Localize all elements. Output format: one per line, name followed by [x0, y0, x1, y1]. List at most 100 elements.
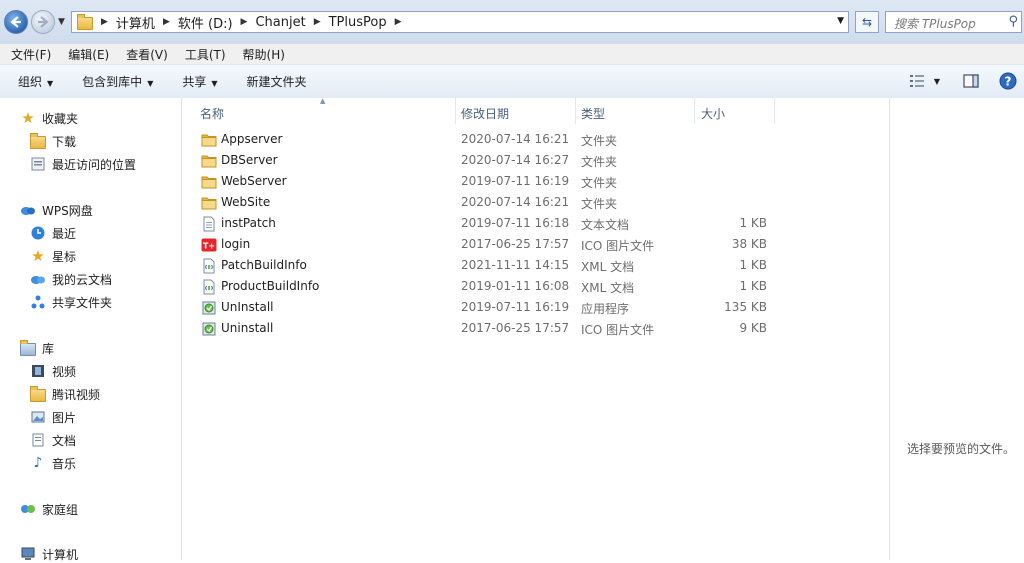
menu-edit[interactable]: 编辑(E) [57, 46, 115, 63]
nav-item-pictures[interactable]: 图片 [30, 408, 76, 426]
share-button[interactable]: 共享 ▼ [164, 73, 228, 90]
column-header-size[interactable]: 大小 [695, 98, 775, 124]
nav-item-label: 文档 [52, 433, 77, 448]
preview-pane-icon [963, 74, 979, 88]
column-header-modified[interactable]: 修改日期 [456, 98, 576, 124]
nav-libraries[interactable]: 库 [20, 339, 54, 357]
nav-wps-drive[interactable]: WPS网盘 [20, 201, 93, 219]
picture-icon [30, 409, 46, 425]
nav-favorites[interactable]: ★ 收藏夹 [20, 109, 78, 127]
view-options-button[interactable] [906, 69, 928, 93]
file-row[interactable]: DBServer 2020-07-14 16:27 文件夹 [182, 151, 889, 172]
library-icon [20, 340, 36, 356]
chevron-right-icon[interactable]: ▶ [101, 17, 108, 27]
homegroup-icon [20, 501, 36, 517]
chevron-down-icon: ▼ [147, 79, 154, 88]
chevron-right-icon[interactable]: ▶ [241, 17, 248, 27]
share-label: 共享 [182, 75, 207, 89]
search-icon[interactable]: ⚲ [1008, 14, 1018, 29]
breadcrumb-drive-d[interactable]: 软件 (D:) [178, 13, 233, 32]
chevron-right-icon[interactable]: ▶ [163, 17, 170, 27]
view-dropdown[interactable]: ▼ [930, 69, 944, 93]
nav-item-music[interactable]: ♪ 音乐 [30, 454, 76, 472]
nav-item-label: 共享文件夹 [52, 295, 113, 310]
tplus-logo-icon: T+ [201, 237, 217, 253]
nav-item-label: 最近访问的位置 [52, 157, 137, 172]
menu-view[interactable]: 查看(V) [115, 46, 174, 63]
file-type: 文件夹 [581, 197, 618, 211]
breadcrumb-tpluspop[interactable]: TPlusPop [329, 15, 387, 30]
file-row[interactable]: UnInstall 2019-07-11 16:19 应用程序 135 KB [182, 298, 889, 319]
chevron-down-icon: ▼ [47, 79, 54, 88]
nav-item-shared-folder[interactable]: 共享文件夹 [30, 293, 112, 311]
file-row[interactable]: WebServer 2019-07-11 16:19 文件夹 [182, 172, 889, 193]
preview-pane-button[interactable] [960, 69, 982, 93]
file-type: XML 文档 [581, 260, 635, 274]
chevron-right-icon[interactable]: ▶ [395, 17, 402, 27]
downloads-folder-icon [30, 133, 46, 149]
refresh-button[interactable]: ⇆ [855, 11, 879, 33]
file-row[interactable]: ProductBuildInfo 2019-01-11 16:08 XML 文档 1 … [182, 277, 889, 298]
breadcrumb-computer[interactable]: 计算机 [116, 13, 155, 32]
folder-icon [30, 386, 46, 402]
recent-pages-dropdown[interactable]: ▼ [58, 17, 65, 27]
menu-file[interactable]: 文件(F) [0, 46, 57, 63]
folder-icon [201, 132, 217, 148]
file-name: UnInstall [221, 300, 274, 314]
menu-help[interactable]: 帮助(H) [232, 46, 291, 63]
breadcrumb[interactable]: ▶ 计算机 ▶ 软件 (D:) ▶ Chanjet ▶ TPlusPop ▶ ▼ [71, 11, 849, 33]
file-modified-date: 2017-06-25 17:57 [461, 237, 570, 251]
file-row[interactable]: WebSite 2020-07-14 16:21 文件夹 [182, 193, 889, 214]
nav-item-tencent-video[interactable]: 腾讯视频 [30, 385, 100, 403]
cloud-icon [20, 202, 36, 218]
nav-item-videos[interactable]: 视频 [30, 362, 76, 380]
file-name: ProductBuildInfo [221, 279, 320, 293]
nav-homegroup[interactable]: 家庭组 [20, 500, 78, 518]
chevron-right-icon[interactable]: ▶ [314, 17, 321, 27]
search-placeholder: 搜索 TPlusPop [894, 17, 976, 31]
back-button[interactable] [4, 10, 28, 34]
nav-item-label: 下载 [52, 134, 77, 149]
file-row[interactable]: instPatch 2019-07-11 16:18 文本文档 1 KB [182, 214, 889, 235]
nav-item-recent[interactable]: 最近 [30, 224, 76, 242]
new-folder-button[interactable]: 新建文件夹 [229, 73, 318, 90]
file-row[interactable]: Uninstall 2017-06-25 17:57 ICO 图片文件 9 KB [182, 319, 889, 340]
file-type: ICO 图片文件 [581, 239, 655, 253]
nav-item-starred[interactable]: ★ 星标 [30, 247, 76, 265]
preview-message: 选择要预览的文件。 [907, 442, 1016, 456]
file-name: Appserver [221, 132, 283, 146]
help-button[interactable]: ? [997, 69, 1019, 93]
file-row[interactable]: PatchBuildInfo 2021-11-11 14:15 XML 文档 1 KB [182, 256, 889, 277]
folder-icon [201, 174, 217, 190]
nav-item-label: 视频 [52, 364, 77, 379]
menu-tools[interactable]: 工具(T) [174, 46, 232, 63]
file-row[interactable]: T+ login 2017-06-25 17:57 ICO 图片文件 38 KB [182, 235, 889, 256]
file-name: PatchBuildInfo [221, 258, 307, 272]
svg-text:?: ? [1005, 75, 1012, 89]
nav-item-my-cloud-docs[interactable]: 我的云文档 [30, 270, 112, 288]
file-row[interactable]: Appserver 2020-07-14 16:21 文件夹 [182, 130, 889, 151]
address-history-dropdown[interactable]: ▼ [837, 16, 844, 26]
include-in-library-button[interactable]: 包含到库中 ▼ [64, 73, 164, 90]
file-name: WebSite [221, 195, 271, 209]
film-icon [30, 363, 46, 379]
search-input[interactable]: 搜索 TPlusPop ⚲ [885, 11, 1022, 33]
document-icon [30, 432, 46, 448]
back-arrow-icon [10, 16, 21, 28]
nav-item-documents[interactable]: 文档 [30, 431, 76, 449]
file-modified-date: 2017-06-25 17:57 [461, 321, 570, 335]
cloud-document-icon [30, 271, 46, 287]
breadcrumb-chanjet[interactable]: Chanjet [255, 15, 305, 30]
nav-computer[interactable]: 计算机 [20, 545, 78, 563]
organize-button[interactable]: 组织 ▼ [0, 73, 64, 90]
file-size: 135 KB [724, 300, 767, 314]
file-type: 文本文档 [581, 218, 630, 232]
file-size: 1 KB [739, 279, 767, 293]
details-view-icon [910, 75, 924, 87]
recent-places-icon [30, 156, 46, 172]
forward-button[interactable] [31, 10, 55, 34]
column-header-type[interactable]: 类型 [576, 98, 695, 124]
nav-item-downloads[interactable]: 下载 [30, 132, 76, 150]
column-header-name[interactable]: 名称 [182, 98, 456, 124]
nav-item-recent-places[interactable]: 最近访问的位置 [30, 155, 136, 173]
